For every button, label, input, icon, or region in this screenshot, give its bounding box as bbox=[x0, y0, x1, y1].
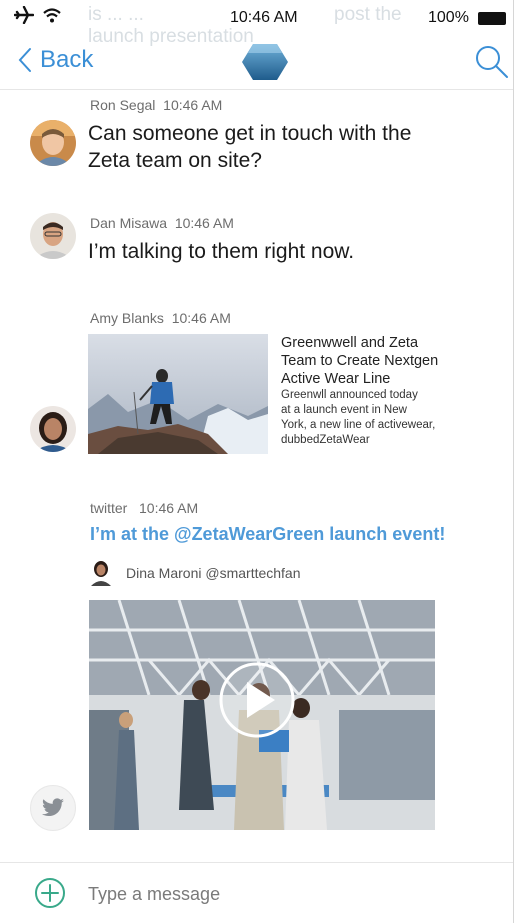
status-icons bbox=[13, 5, 62, 30]
sender-name: Amy Blanks bbox=[90, 310, 164, 326]
link-preview-image bbox=[88, 334, 268, 454]
nav-bar: Back bbox=[0, 38, 513, 90]
mountain-hiker-image bbox=[88, 334, 268, 454]
avatar-photo bbox=[30, 120, 76, 166]
message-input[interactable] bbox=[88, 880, 468, 908]
plus-circle-icon bbox=[35, 878, 65, 908]
play-icon[interactable] bbox=[221, 664, 293, 736]
battery-percent: 100% bbox=[428, 9, 469, 26]
message-time: 10:46 AM bbox=[174, 215, 234, 231]
link-preview-card[interactable]: Greenwwell and Zeta Team to Create Nextg… bbox=[88, 334, 468, 454]
phone-screen: is ... ... launch presentation post the … bbox=[0, 0, 514, 923]
back-button[interactable]: Back bbox=[18, 46, 93, 74]
sender-name: Dan Misawa bbox=[90, 215, 168, 231]
sender-name: Ron Segal bbox=[90, 97, 156, 113]
link-preview-title: Greenwwell and Zeta Team to Create Nextg… bbox=[281, 335, 439, 387]
search-icon bbox=[476, 46, 508, 78]
message-text: I’m talking to them right now. bbox=[88, 240, 355, 263]
app-logo bbox=[240, 42, 290, 87]
search-button[interactable] bbox=[474, 44, 510, 85]
tweet-video[interactable] bbox=[89, 600, 435, 830]
airplane-icon bbox=[13, 5, 35, 25]
link-preview-description: Greenwll announced today at a launch eve… bbox=[281, 389, 436, 446]
twitter-bird-icon bbox=[42, 798, 64, 817]
message-meta: Ron Segal 10:46 AM bbox=[90, 97, 222, 113]
add-attachment-button[interactable] bbox=[34, 877, 66, 914]
chevron-left-icon bbox=[18, 48, 31, 72]
back-label: Back bbox=[40, 46, 94, 73]
avatar-photo bbox=[30, 213, 76, 259]
message-meta: Dan Misawa 10:46 AM bbox=[90, 215, 234, 231]
message-time: 10:46 AM bbox=[163, 97, 223, 113]
battery-icon bbox=[478, 12, 506, 25]
message-text: Can someone get in touch with the Zeta t… bbox=[88, 122, 412, 172]
tweet-author-avatar bbox=[91, 561, 111, 586]
message-meta: Amy Blanks 10:46 AM bbox=[90, 310, 231, 326]
status-time: 10:46 AM bbox=[230, 9, 298, 26]
avatar-photo bbox=[30, 406, 76, 452]
status-bar: 10:46 AM 100% bbox=[0, 0, 513, 36]
avatar[interactable] bbox=[30, 213, 76, 259]
hexagon-logo-icon bbox=[242, 44, 288, 80]
avatar[interactable] bbox=[30, 120, 76, 166]
avatar[interactable] bbox=[30, 406, 76, 452]
tweet-text-link[interactable]: I’m at the @ZetaWearGreen launch event! bbox=[90, 524, 445, 545]
message-time: 10:46 AM bbox=[171, 310, 231, 326]
tweet-author: Dina Maroni @smarttechfan bbox=[90, 560, 301, 586]
tweet-time: 10:46 AM bbox=[139, 500, 199, 516]
twitter-source-badge bbox=[30, 785, 76, 831]
message-composer bbox=[0, 862, 513, 923]
wifi-icon bbox=[42, 8, 61, 23]
tweet-meta: twitter 10:46 AM bbox=[90, 500, 198, 516]
tweet-author-name: Dina Maroni @smarttechfan bbox=[126, 565, 301, 581]
tweet-source: twitter bbox=[90, 500, 128, 516]
